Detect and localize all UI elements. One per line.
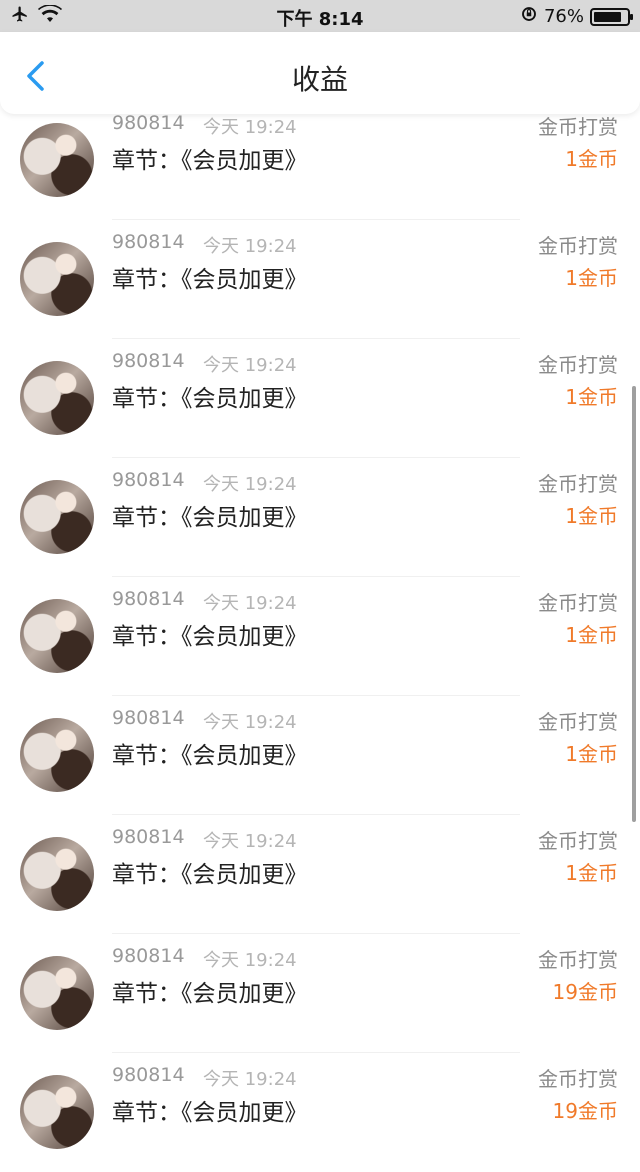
page-title: 收益 [291,63,348,96]
list-item[interactable]: 980814 今天 19:24 章节：《会员加更》 金币打赏 1金币 [0,815,640,934]
chapter-label: 章节：《会员加更》 [112,862,308,888]
list-item[interactable]: 980814 今天 19:24 章节：《会员加更》 金币打赏 1金币 [0,220,640,339]
avatar [20,480,94,554]
chapter-label: 章节：《会员加更》 [112,1100,308,1126]
chapter-label: 章节：《会员加更》 [112,267,308,293]
chapter-label: 章节：《会员加更》 [112,743,308,769]
reward-amount: 1金币 [565,861,618,885]
timestamp: 今天 19:24 [203,950,297,971]
user-id: 980814 [112,707,185,729]
timestamp: 今天 19:24 [203,236,297,257]
reward-type: 金币打赏 [538,115,618,139]
avatar [20,361,94,435]
reward-type: 金币打赏 [538,829,618,853]
user-id: 980814 [112,826,185,848]
reward-type: 金币打赏 [538,710,618,734]
reward-type: 金币打赏 [538,1067,618,1091]
user-id: 980814 [112,1064,185,1086]
user-id: 980814 [112,231,185,253]
nav-bar: 收益 [0,32,640,114]
user-id: 980814 [112,112,185,134]
reward-amount: 19金币 [552,980,618,1004]
reward-type: 金币打赏 [538,591,618,615]
reward-type: 金币打赏 [538,234,618,258]
reward-type: 金币打赏 [538,472,618,496]
user-id: 980814 [112,350,185,372]
list-item[interactable]: 980814 今天 19:24 章节：《会员加更》 金币打赏 19金币 [0,934,640,1053]
timestamp: 今天 19:24 [203,117,297,138]
list-item[interactable]: 980814 今天 19:24 章节：《会员加更》 金币打赏 1金币 [0,458,640,577]
avatar [20,242,94,316]
chapter-label: 章节：《会员加更》 [112,981,308,1007]
timestamp: 今天 19:24 [203,712,297,733]
reward-amount: 1金币 [565,147,618,171]
list-item[interactable]: 980814 今天 19:24 章节：《会员加更》 金币打赏 19金币 [0,1053,640,1172]
chapter-label: 章节：《会员加更》 [112,148,308,174]
timestamp: 今天 19:24 [203,831,297,852]
reward-amount: 19金币 [552,1099,618,1123]
scrollbar[interactable] [632,386,636,822]
chapter-label: 章节：《会员加更》 [112,624,308,650]
timestamp: 今天 19:24 [203,1069,297,1090]
avatar [20,599,94,673]
timestamp: 今天 19:24 [203,474,297,495]
list-item[interactable]: 980814 今天 19:24 章节：《会员加更》 金币打赏 1金币 [0,101,640,220]
reward-amount: 1金币 [565,504,618,528]
income-list[interactable]: 980814 今天 19:24 章节：《会员加更》 金币打赏 1金币 98081… [0,0,640,1149]
chapter-label: 章节：《会员加更》 [112,505,308,531]
reward-amount: 1金币 [565,623,618,647]
reward-amount: 1金币 [565,266,618,290]
avatar [20,956,94,1030]
user-id: 980814 [112,945,185,967]
avatar [20,123,94,197]
list-item[interactable]: 980814 今天 19:24 章节：《会员加更》 金币打赏 1金币 [0,696,640,815]
reward-amount: 1金币 [565,385,618,409]
avatar [20,837,94,911]
reward-type: 金币打赏 [538,948,618,972]
list-item[interactable]: 980814 今天 19:24 章节：《会员加更》 金币打赏 1金币 [0,339,640,458]
reward-type: 金币打赏 [538,353,618,377]
timestamp: 今天 19:24 [203,593,297,614]
user-id: 980814 [112,588,185,610]
user-id: 980814 [112,469,185,491]
timestamp: 今天 19:24 [203,355,297,376]
chapter-label: 章节：《会员加更》 [112,386,308,412]
list-item[interactable]: 980814 今天 19:24 章节：《会员加更》 金币打赏 1金币 [0,577,640,696]
reward-amount: 1金币 [565,742,618,766]
avatar [20,718,94,792]
